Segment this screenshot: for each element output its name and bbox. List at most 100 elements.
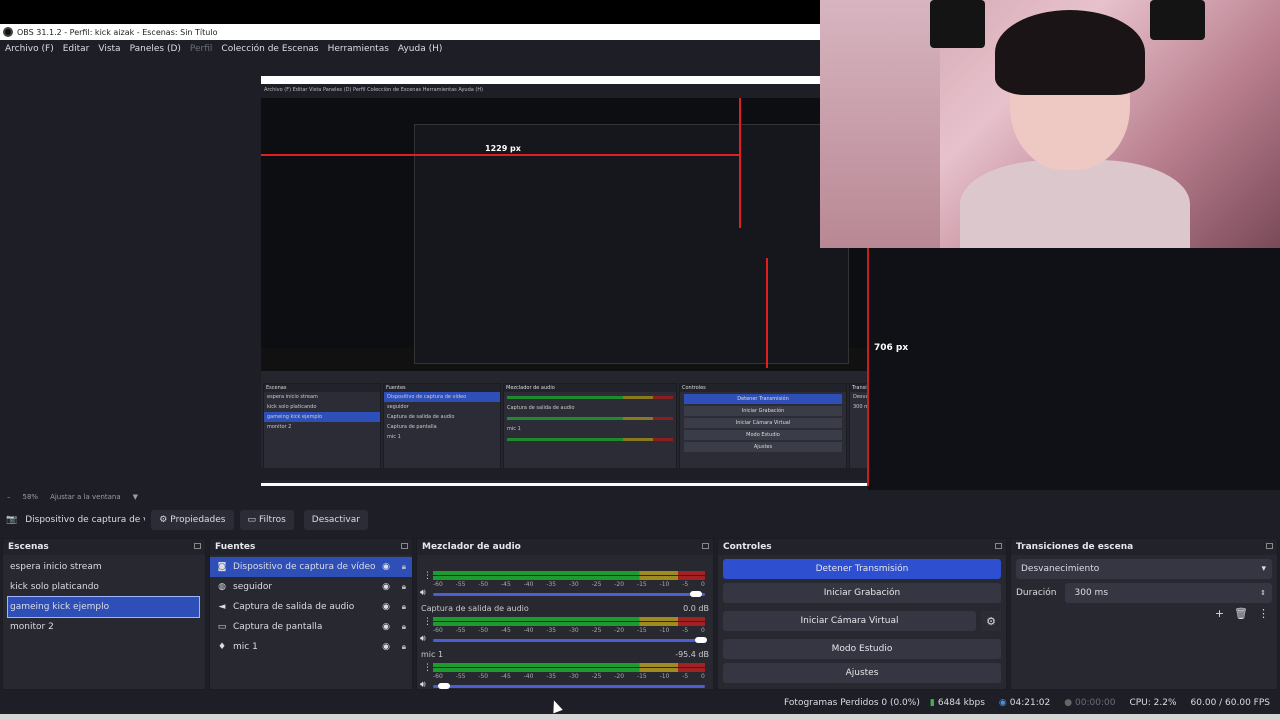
person-body <box>960 160 1190 248</box>
source-item[interactable]: ▭ Captura de pantalla ◉ 🔒︎ <box>210 617 412 637</box>
source-label: mic 1 <box>233 642 258 652</box>
volume-knob[interactable] <box>437 683 450 689</box>
speaker-right <box>1150 0 1205 40</box>
webcam-overlay <box>820 0 1280 248</box>
meter-tick: -55 <box>455 627 466 634</box>
scene-item[interactable]: espera inicio stream <box>3 557 205 577</box>
nested-source-item: Captura de salida de audio <box>387 414 455 420</box>
source-item[interactable]: ◄ Captura de salida de audio ◉ 🔒︎ <box>210 597 412 617</box>
source-item[interactable]: ♦ mic 1 ◉ 🔒︎ <box>210 637 412 657</box>
stream-icon: ◉ <box>998 698 1007 708</box>
start-recording-button[interactable]: Iniciar Grabación <box>723 583 1001 603</box>
lock-icon[interactable]: 🔒︎ <box>402 582 406 592</box>
meter-tick: -15 <box>636 581 647 588</box>
scenes-header: Escenas <box>3 539 205 555</box>
properties-button[interactable]: ⚙ Propiedades <box>151 510 234 530</box>
more-icon[interactable]: ⋮ <box>423 571 432 581</box>
eye-icon[interactable]: ◉ <box>382 602 390 612</box>
window-title: OBS 31.1.2 - Perfil: kick aizak - Escena… <box>17 27 218 37</box>
meter-tick: -5 <box>682 627 689 634</box>
deactivate-label: Desactivar <box>311 515 360 525</box>
scene-item[interactable]: monitor 2 <box>3 617 205 637</box>
spinner-icon[interactable]: ⇕ <box>1260 589 1266 597</box>
duration-input[interactable]: 300 ms ⇕ <box>1064 583 1272 603</box>
meter-tick: -30 <box>568 581 579 588</box>
menu-editar[interactable]: Editar <box>63 44 90 54</box>
speaker-icon[interactable]: 🔊︎ <box>420 588 426 598</box>
meter-tick: -15 <box>636 627 647 634</box>
more-icon[interactable]: ⋮ <box>423 663 432 673</box>
trash-icon[interactable]: 🗑︎ <box>1234 607 1248 620</box>
gear-icon[interactable]: ⚙ <box>981 611 1001 631</box>
fps: 60.00 / 60.00 FPS <box>1190 698 1270 708</box>
transitions-header: Transiciones de escena <box>1011 539 1277 555</box>
meter-ticks: -60 -55 -50 -45 -40 -35 -30 -25 -20 -15 -10 -5 0 <box>433 581 705 588</box>
volume-knob[interactable] <box>690 591 703 597</box>
volume-knob[interactable] <box>695 637 707 643</box>
meter-tick: -20 <box>614 627 625 634</box>
undock-icon[interactable] <box>401 543 408 549</box>
fit-to-window[interactable]: Ajustar a la ventana <box>50 493 121 501</box>
duration-value: 300 ms <box>1074 588 1109 598</box>
menu-paneles[interactable]: Paneles (D) <box>130 44 181 54</box>
eye-icon[interactable]: ◉ <box>382 622 390 632</box>
lock-icon[interactable]: 🔒︎ <box>402 642 406 652</box>
meter-tick: -20 <box>614 581 625 588</box>
menu-ayuda[interactable]: Ayuda (H) <box>398 44 442 54</box>
channel-name: mic 1 <box>421 649 444 659</box>
settings-button[interactable]: Ajustes <box>723 663 1001 683</box>
eye-icon[interactable]: ◉ <box>382 562 390 572</box>
meter-tick: 0 <box>701 627 705 634</box>
meter-tick: 0 <box>701 673 705 680</box>
start-virtual-cam-button[interactable]: Iniciar Cámara Virtual <box>723 611 976 631</box>
stop-stream-button[interactable]: Detener Transmisión <box>723 559 1001 579</box>
zoom-minus[interactable]: – <box>7 493 11 501</box>
studio-mode-button[interactable]: Modo Estudio <box>723 639 1001 659</box>
meter-ticks: -60 -55 -50 -45 -40 -35 -30 -25 -20 -15 -10 -5 0 <box>433 627 705 634</box>
volume-slider[interactable] <box>433 683 705 689</box>
undock-icon[interactable] <box>1266 543 1273 549</box>
volume-slider[interactable] <box>433 591 705 597</box>
mixer-header: Mezclador de audio <box>417 539 713 555</box>
menu-herramientas[interactable]: Herramientas <box>328 44 389 54</box>
channel-header <box>421 555 709 569</box>
menu-coleccion[interactable]: Colección de Escenas <box>221 44 318 54</box>
undock-icon[interactable] <box>702 543 709 549</box>
filters-button[interactable]: ▭ Filtros <box>239 510 294 530</box>
sources-dock: Fuentes ◙ Dispositivo de captura de víde… <box>209 538 413 690</box>
deactivate-button[interactable]: Desactivar <box>303 510 368 530</box>
nested-studio-mode: Modo Estudio <box>684 430 842 440</box>
lock-icon[interactable]: 🔒︎ <box>402 562 406 572</box>
more-icon[interactable]: ⋮ <box>1258 607 1269 620</box>
lock-icon[interactable]: 🔒︎ <box>402 622 406 632</box>
source-item[interactable]: ◍ seguidor ◉ 🔒︎ <box>210 577 412 597</box>
sources-title: Fuentes <box>215 542 256 552</box>
mixer-channel: Captura de salida de audio 0.0 dB ⋮ -60 -55 -… <box>417 601 713 647</box>
eye-icon[interactable]: ◉ <box>382 582 390 592</box>
nested-obs-window <box>414 124 849 364</box>
obs-logo-icon <box>3 27 13 37</box>
transitions-title: Transiciones de escena <box>1016 542 1134 552</box>
eye-icon[interactable]: ◉ <box>382 642 390 652</box>
menu-archivo[interactable]: Archivo (F) <box>5 44 54 54</box>
scene-item[interactable]: kick solo platicando <box>3 577 205 597</box>
nested-source-item: seguidor <box>387 404 409 410</box>
menu-vista[interactable]: Vista <box>98 44 120 54</box>
lock-icon[interactable]: 🔒︎ <box>402 602 406 612</box>
undock-icon[interactable] <box>995 543 1002 549</box>
add-icon[interactable]: + <box>1215 607 1224 620</box>
source-item[interactable]: ◙ Dispositivo de captura de vídeo ◉ 🔒︎ <box>210 557 412 577</box>
scene-item-selected[interactable]: gameing kick ejemplo <box>7 596 200 618</box>
zoom-level[interactable]: 58% <box>23 493 39 501</box>
speaker-icon[interactable]: 🔊︎ <box>420 634 426 644</box>
meter-tick: -10 <box>659 673 670 680</box>
chevron-down-icon[interactable]: ▼ <box>133 493 138 501</box>
speaker-icon[interactable]: 🔊︎ <box>420 680 426 690</box>
undock-icon[interactable] <box>194 543 201 549</box>
volume-slider[interactable] <box>433 637 707 643</box>
menu-perfil[interactable]: Perfil <box>190 44 213 54</box>
more-icon[interactable]: ⋮ <box>423 617 432 627</box>
record-icon: ● <box>1064 698 1073 708</box>
transition-select[interactable]: Desvanecimiento ▾ <box>1016 559 1272 579</box>
level-meter <box>433 617 705 621</box>
